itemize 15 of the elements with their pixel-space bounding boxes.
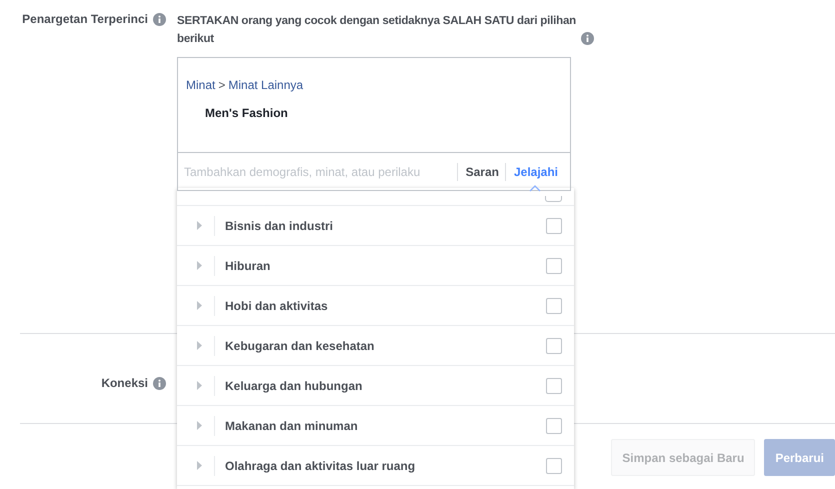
category-item[interactable]: Hobi dan aktivitas xyxy=(225,298,546,312)
breadcrumb-link[interactable]: Minat xyxy=(186,78,216,92)
field-label: Koneksi xyxy=(101,376,148,390)
category-item[interactable]: Keluarga dan hubungan xyxy=(225,378,546,392)
category-item[interactable]: Olahraga dan aktivitas luar ruang xyxy=(225,458,546,472)
field-label: Penargetan Terperinci xyxy=(22,12,148,26)
description-text: SERTAKAN orang yang cocok dengan setidaknya SALAH SATU dari pilihan berikut xyxy=(177,14,577,47)
breadcrumb-separator: > xyxy=(218,78,226,92)
selected-interest: Men's Fashion xyxy=(205,106,288,120)
breadcrumb-link[interactable]: Minat Lainnya xyxy=(228,78,304,92)
category-item[interactable]: Makanan dan minuman xyxy=(225,418,546,432)
mode-tab[interactable]: Saran xyxy=(456,162,505,180)
category-item[interactable]: Kebugaran dan kesehatan xyxy=(225,338,546,352)
category-item[interactable]: Bisnis dan industri xyxy=(225,218,546,232)
category-item[interactable]: Hiburan xyxy=(225,258,546,272)
